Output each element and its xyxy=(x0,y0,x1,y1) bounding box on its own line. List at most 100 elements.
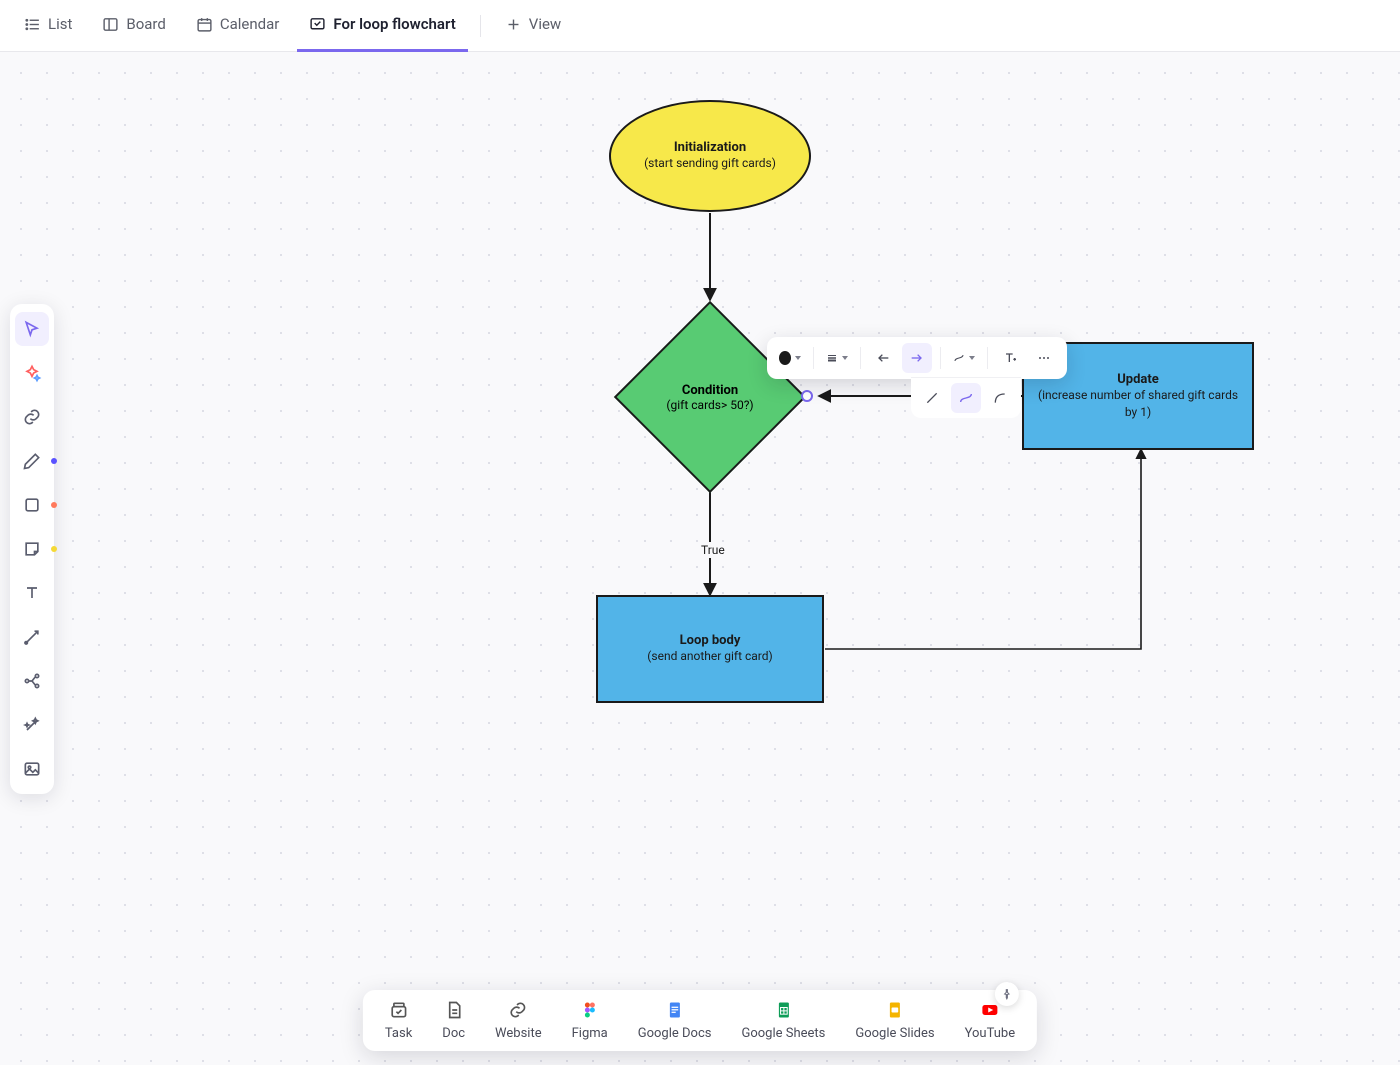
connector-line-style-button[interactable] xyxy=(822,343,852,373)
whiteboard-canvas[interactable]: Initialization (start sending gift cards… xyxy=(0,52,1400,1065)
google-docs-icon xyxy=(665,1000,685,1020)
connector-end-arrow-button[interactable] xyxy=(902,343,932,373)
dock-google-sheets[interactable]: Google Sheets xyxy=(741,1000,825,1041)
pen-color-dot xyxy=(51,458,57,464)
magic-wand-icon xyxy=(22,715,42,735)
tab-calendar[interactable]: Calendar xyxy=(184,0,292,52)
sticky-note-tool[interactable] xyxy=(15,532,49,566)
figma-icon xyxy=(580,1000,600,1020)
path-step-option[interactable] xyxy=(951,383,981,413)
insert-dock: Task Doc Website Figma Google Docs Googl… xyxy=(363,990,1037,1051)
flow-node-condition[interactable]: Condition (gift cards> 50?) xyxy=(642,329,778,465)
connection-handle[interactable] xyxy=(801,390,813,402)
google-slides-icon xyxy=(885,1000,905,1020)
tab-label: Calendar xyxy=(220,15,280,33)
flow-node-loop-body[interactable]: Loop body (send another gift card) xyxy=(596,595,824,703)
line-arc-icon xyxy=(992,390,1008,406)
dock-youtube[interactable]: YouTube xyxy=(965,1000,1016,1041)
shape-color-dot xyxy=(51,502,57,508)
arrow-right-icon xyxy=(909,350,925,366)
path-straight-option[interactable] xyxy=(917,383,947,413)
connector-text-button[interactable] xyxy=(995,343,1025,373)
line-weight-icon xyxy=(826,350,838,366)
tab-divider xyxy=(480,15,481,37)
image-tool[interactable] xyxy=(15,752,49,786)
node-title: Initialization xyxy=(674,140,746,155)
doc-icon xyxy=(444,1000,464,1020)
connector-color-button[interactable] xyxy=(775,343,805,373)
line-straight-icon xyxy=(924,390,940,406)
ai-shapes-tool[interactable] xyxy=(15,356,49,390)
rectangle-tool[interactable] xyxy=(15,488,49,522)
text-tool[interactable] xyxy=(15,576,49,610)
tab-list[interactable]: List xyxy=(12,0,84,52)
path-curve-icon xyxy=(953,350,965,366)
more-icon xyxy=(1036,350,1052,366)
pen-tool[interactable] xyxy=(15,444,49,478)
plus-icon xyxy=(505,16,522,33)
dock-figma[interactable]: Figma xyxy=(572,1000,608,1041)
chevron-down-icon xyxy=(842,356,848,360)
calendar-icon xyxy=(196,16,213,33)
view-tabs: List Board Calendar For loop flowchart V… xyxy=(0,0,1400,52)
tab-flowchart[interactable]: For loop flowchart xyxy=(297,0,467,52)
youtube-icon xyxy=(980,1000,1000,1020)
link-icon xyxy=(508,1000,528,1020)
toolbar-separator xyxy=(987,347,988,369)
dock-label: Google Slides xyxy=(855,1026,934,1041)
dock-label: Website xyxy=(495,1026,542,1041)
edge-label-true[interactable]: True xyxy=(698,542,728,558)
dock-website[interactable]: Website xyxy=(495,1000,542,1041)
connector-icon xyxy=(22,627,42,647)
board-icon xyxy=(102,16,119,33)
image-icon xyxy=(22,759,42,779)
add-view-button[interactable]: View xyxy=(493,0,573,52)
dock-pin-button[interactable] xyxy=(995,982,1019,1006)
link-icon xyxy=(22,407,42,427)
toolbar-separator xyxy=(940,347,941,369)
google-sheets-icon xyxy=(773,1000,793,1020)
dock-label: Doc xyxy=(442,1026,465,1041)
node-subtitle: (start sending gift cards) xyxy=(644,155,776,171)
list-icon xyxy=(24,16,41,33)
flow-node-initialization[interactable]: Initialization (start sending gift cards… xyxy=(609,100,811,212)
task-icon xyxy=(389,1000,409,1020)
connector-path-style-button[interactable] xyxy=(949,343,979,373)
sticky-color-dot xyxy=(51,546,57,552)
ai-magic-tool[interactable] xyxy=(15,708,49,742)
sticky-note-icon xyxy=(22,539,42,559)
node-subtitle: (increase number of shared gift cards by… xyxy=(1034,387,1242,419)
connector-toolbar xyxy=(767,337,1067,379)
color-swatch-icon xyxy=(779,351,791,365)
node-title: Condition xyxy=(682,383,738,398)
cursor-icon xyxy=(22,319,42,339)
tab-label: List xyxy=(48,15,72,33)
node-subtitle: (gift cards> 50?) xyxy=(666,398,753,412)
line-step-icon xyxy=(958,390,974,406)
tab-label: View xyxy=(529,15,561,33)
text-add-icon xyxy=(1002,350,1018,366)
chevron-down-icon xyxy=(969,356,975,360)
node-title: Loop body xyxy=(680,633,741,648)
link-tool[interactable] xyxy=(15,400,49,434)
dock-label: Google Docs xyxy=(638,1026,712,1041)
chevron-down-icon xyxy=(795,356,801,360)
dock-google-slides[interactable]: Google Slides xyxy=(855,1000,934,1041)
connector-start-arrow-button[interactable] xyxy=(868,343,898,373)
path-curve-option[interactable] xyxy=(985,383,1015,413)
dock-google-docs[interactable]: Google Docs xyxy=(638,1000,712,1041)
pin-icon xyxy=(1001,988,1014,1001)
tab-board[interactable]: Board xyxy=(90,0,177,52)
dock-task[interactable]: Task xyxy=(385,1000,412,1041)
dock-label: Google Sheets xyxy=(741,1026,825,1041)
ai-shapes-icon xyxy=(22,363,42,383)
connector-tool[interactable] xyxy=(15,620,49,654)
mindmap-tool[interactable] xyxy=(15,664,49,698)
arrow-left-icon xyxy=(875,350,891,366)
select-tool[interactable] xyxy=(15,312,49,346)
node-title: Update xyxy=(1117,372,1159,387)
whiteboard-icon xyxy=(309,16,326,33)
dock-doc[interactable]: Doc xyxy=(442,1000,465,1041)
dock-label: YouTube xyxy=(965,1026,1016,1041)
connector-more-button[interactable] xyxy=(1029,343,1059,373)
